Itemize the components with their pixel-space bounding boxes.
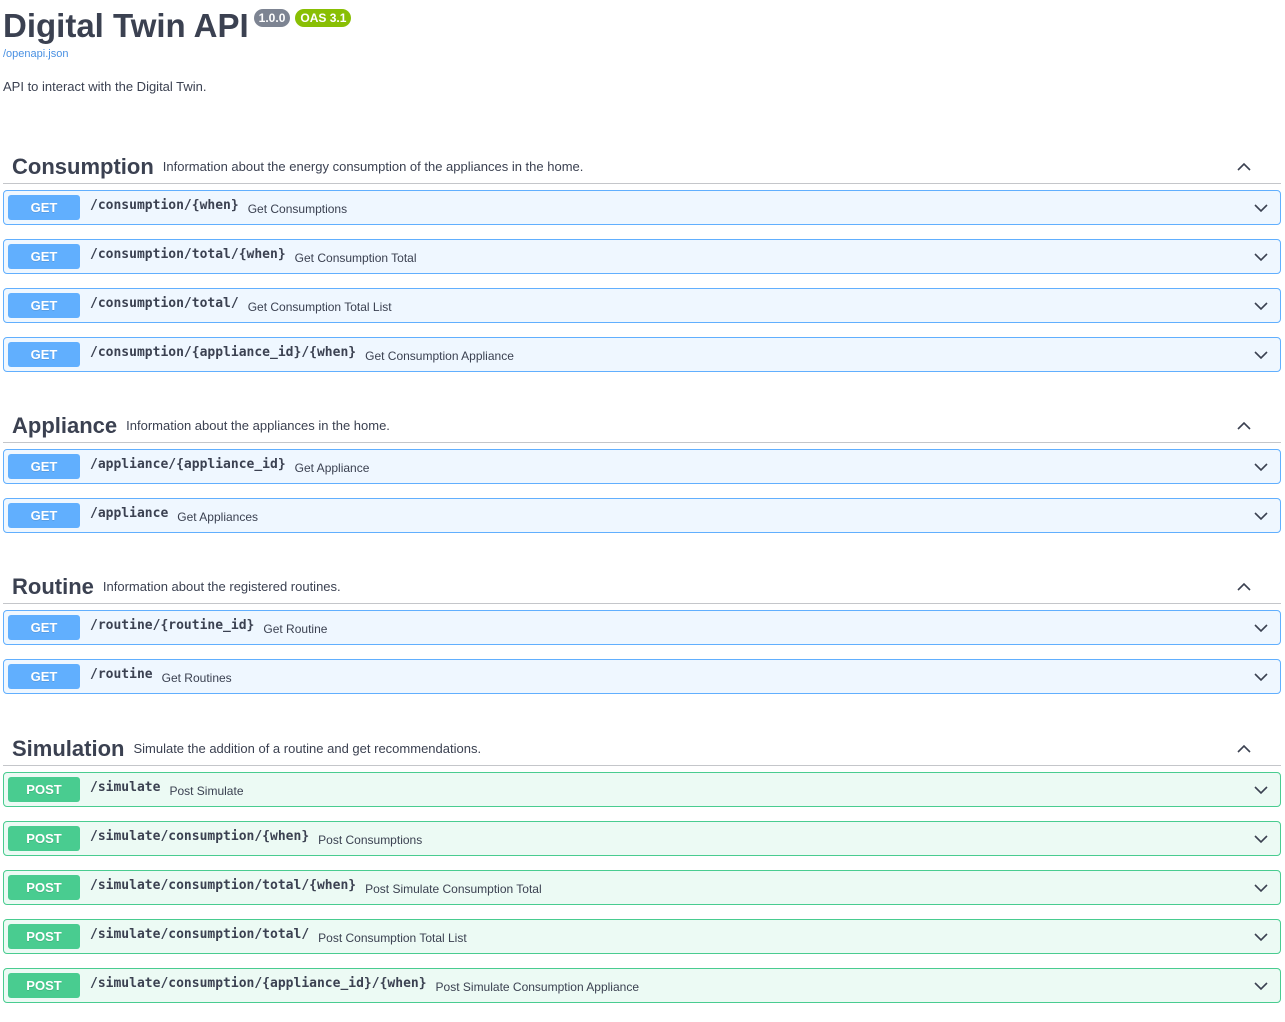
openapi-json-link[interactable]: /openapi.json [3,48,68,60]
tag-name: Consumption [12,153,154,179]
method-badge: GET [8,342,80,367]
operation-summary: Post Consumption Total List [318,930,467,945]
tag-description: Simulate the addition of a routine and g… [133,741,482,756]
method-badge: POST [8,875,80,900]
tag-header-simulation[interactable]: Simulation Simulate the addition of a ro… [3,732,1281,766]
method-badge: GET [8,503,80,528]
operation-post[interactable]: POST/simulate/consumption/total/{when} Po… [3,870,1281,905]
version-badge: 1.0.0 [253,9,291,27]
page-title: Digital Twin API [3,7,249,44]
operation-get[interactable]: GET/appliance Get Appliances [3,498,1281,533]
operation-path: /simulate/consumption/{appliance_id}/{wh… [90,976,427,991]
chevron-down-icon[interactable] [1252,977,1270,995]
chevron-down-icon[interactable] [1252,458,1270,476]
operation-path: /appliance [90,506,169,521]
method-badge: POST [8,826,80,851]
operation-summary: Get Consumption Total [294,250,417,265]
chevron-down-icon[interactable] [1252,879,1270,897]
chevron-down-icon[interactable] [1252,830,1270,848]
tag-description: Information about the energy consumption… [162,159,584,174]
operation-summary: Get Routine [263,621,328,636]
operation-summary: Post Simulate [169,783,244,798]
operation-path: /routine/{routine_id} [90,618,255,633]
operation-summary: Get Consumption Total List [247,299,392,314]
operation-post[interactable]: POST/simulate/consumption/{when} Post Con… [3,821,1281,856]
api-info: Digital Twin API 1.0.0 OAS 3.1 /openapi.… [0,0,1285,130]
tag-name: Routine [12,573,94,599]
tag-header-appliance[interactable]: Appliance Information about the applianc… [3,409,1281,443]
api-description: API to interact with the Digital Twin. [3,79,207,94]
tag-section-appliance: Appliance Information about the applianc… [3,409,1281,533]
operation-post[interactable]: POST/simulate/consumption/{appliance_id}… [3,968,1281,1003]
operation-path: /simulate/consumption/total/ [90,927,310,942]
operation-summary: Get Appliances [177,509,258,524]
operation-get[interactable]: GET/routine Get Routines [3,659,1281,694]
chevron-up-icon[interactable] [1235,158,1253,176]
tag-description: Information about the registered routine… [102,579,341,594]
operation-get[interactable]: GET/consumption/{when} Get Consumptions [3,190,1281,225]
operation-get[interactable]: GET/consumption/{appliance_id}/{when} Get… [3,337,1281,372]
method-badge: GET [8,454,80,479]
chevron-down-icon[interactable] [1252,928,1270,946]
chevron-up-icon[interactable] [1235,740,1253,758]
method-badge: GET [8,244,80,269]
tag-section-simulation: Simulation Simulate the addition of a ro… [3,732,1281,1003]
method-badge: POST [8,973,80,998]
chevron-down-icon[interactable] [1252,199,1270,217]
operation-summary: Get Consumption Appliance [365,348,514,363]
operation-path: /simulate/consumption/total/{when} [90,878,357,893]
operation-path: /consumption/total/ [90,296,239,311]
operation-get[interactable]: GET/consumption/total/Get Consumption To… [3,288,1281,323]
operation-summary: Get Appliance [294,460,370,475]
operation-path: /routine [90,667,153,682]
operation-post[interactable]: POST/simulate Post Simulate [3,772,1281,807]
chevron-up-icon[interactable] [1235,417,1253,435]
operation-summary: Get Consumptions [247,201,348,216]
tag-header-routine[interactable]: Routine Information about the registered… [3,570,1281,604]
chevron-up-icon[interactable] [1235,578,1253,596]
tag-section-routine: Routine Information about the registered… [3,570,1281,694]
operation-summary: Post Simulate Consumption Total [365,881,542,896]
chevron-down-icon[interactable] [1252,297,1270,315]
method-badge: GET [8,195,80,220]
operation-path: /consumption/{when} [90,198,239,213]
chevron-down-icon[interactable] [1252,619,1270,637]
tag-header-consumption[interactable]: Consumption Information about the energy… [3,150,1281,184]
operation-path: /consumption/total/{when} [90,247,286,262]
operation-summary: Post Consumptions [318,832,423,847]
method-badge: GET [8,664,80,689]
title-row: Digital Twin API 1.0.0 OAS 3.1 [3,5,352,47]
chevron-down-icon[interactable] [1252,346,1270,364]
oas-badge: OAS 3.1 [295,9,352,27]
operation-path: /simulate [90,780,161,795]
operation-get[interactable]: GET/consumption/total/{when} Get Consumpt… [3,239,1281,274]
tag-name: Simulation [12,735,125,761]
chevron-down-icon[interactable] [1252,668,1270,686]
method-badge: POST [8,777,80,802]
operation-summary: Post Simulate Consumption Appliance [435,979,639,994]
tag-section-consumption: Consumption Information about the energy… [3,150,1281,372]
operation-get[interactable]: GET/appliance/{appliance_id} Get Applianc… [3,449,1281,484]
method-badge: GET [8,293,80,318]
operation-post[interactable]: POST/simulate/consumption/total/Post Con… [3,919,1281,954]
operation-get[interactable]: GET/routine/{routine_id} Get Routine [3,610,1281,645]
method-badge: POST [8,924,80,949]
tag-name: Appliance [12,412,118,438]
chevron-down-icon[interactable] [1252,781,1270,799]
operation-path: /consumption/{appliance_id}/{when} [90,345,357,360]
operation-path: /simulate/consumption/{when} [90,829,310,844]
tag-description: Information about the appliances in the … [126,418,390,433]
operation-path: /appliance/{appliance_id} [90,457,286,472]
operation-summary: Get Routines [161,670,232,685]
chevron-down-icon[interactable] [1252,248,1270,266]
method-badge: GET [8,615,80,640]
chevron-down-icon[interactable] [1252,507,1270,525]
